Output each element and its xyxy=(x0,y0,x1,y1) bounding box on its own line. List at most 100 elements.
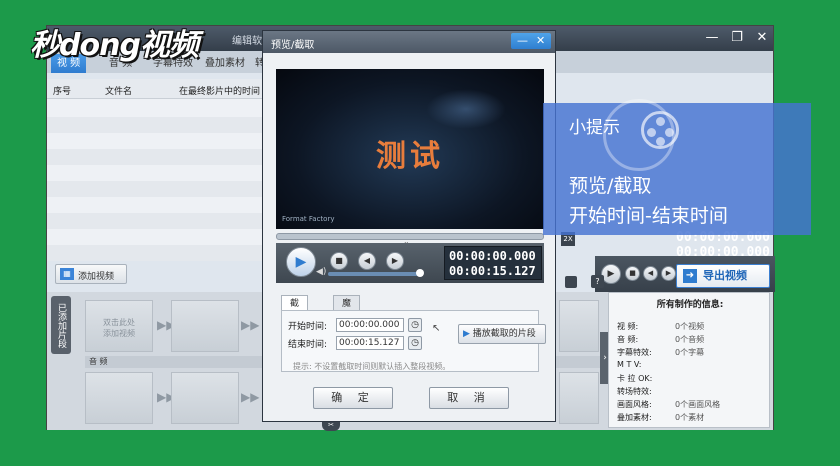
start-time-label: 开始时间: xyxy=(288,322,328,332)
scissors-icon[interactable]: ✂ xyxy=(322,421,340,431)
play-icon: ▶ xyxy=(463,329,473,339)
info-row: 转场特效: xyxy=(617,386,652,397)
info-key: 画面风格: xyxy=(617,400,652,409)
timeline-slot[interactable]: 双击此处 添加视频 xyxy=(85,300,153,352)
end-time-input[interactable]: 00:00:15.127 xyxy=(336,336,404,350)
column-final-time: 在最终影片中的时间 xyxy=(179,87,261,97)
preview-cut-dialog: 预览/截取 — ✕ 测试 Format Factory ⌄ ▶ ■ ◀ ▶ ◀)… xyxy=(262,30,556,422)
tab-overlay[interactable]: 叠加素材 xyxy=(199,54,251,73)
next-icon[interactable]: ▶ xyxy=(661,266,676,281)
info-value: 0个音频 xyxy=(675,335,705,344)
light-flare xyxy=(426,89,506,129)
arrow-icon: ▶▶ xyxy=(241,390,260,404)
tab-cut[interactable]: 截取 xyxy=(281,295,309,325)
info-value: 0个素材 xyxy=(675,413,705,422)
share-icon[interactable]: < xyxy=(617,275,627,289)
info-row: M T V: xyxy=(617,360,641,369)
tip-line-2: 开始时间-结束时间 xyxy=(569,205,728,227)
watermark-logo: 秒dong视频 xyxy=(30,28,199,63)
info-value: 0个字幕 xyxy=(675,348,705,357)
video-preview: 测试 Format Factory xyxy=(276,69,544,229)
ok-button[interactable]: 确 定 xyxy=(313,387,393,409)
column-filename: 文件名 xyxy=(105,87,133,97)
main-time-display: 00:00:00.000 00:00:00.000 xyxy=(676,230,772,264)
info-row: 叠加素材: 0个素材 xyxy=(617,412,704,423)
info-row: 字幕特效: 0个字幕 xyxy=(617,347,704,358)
timeline-slot[interactable] xyxy=(171,300,239,352)
time-display: 00:00:00.000 00:00:15.127 xyxy=(444,246,542,280)
end-time-label: 结束时间: xyxy=(288,340,328,350)
add-video-label: 添加视频 xyxy=(78,272,115,282)
set-end-icon[interactable]: ◷ xyxy=(408,336,422,350)
list-item[interactable] xyxy=(47,117,265,133)
timeline-slot[interactable] xyxy=(559,300,599,352)
dialog-player-controls: ▶ ■ ◀ ▶ ◀) 00:00:00.000 00:00:15.127 xyxy=(276,243,544,283)
restore-button[interactable]: ❐ xyxy=(728,30,746,46)
info-key: M T V: xyxy=(617,360,642,369)
cancel-button[interactable]: 取 消 xyxy=(429,387,509,409)
timeline-slot[interactable] xyxy=(85,372,153,424)
save-icon[interactable] xyxy=(565,276,577,288)
reel-hole xyxy=(656,117,665,126)
tip-line-1: 预览/截取 xyxy=(569,175,652,197)
timeline-slot[interactable] xyxy=(171,372,239,424)
tab-magic[interactable]: 魔术功能 xyxy=(333,295,361,357)
list-item[interactable] xyxy=(47,149,265,165)
list-item[interactable] xyxy=(47,245,265,261)
set-start-icon[interactable]: ◷ xyxy=(408,318,422,332)
info-row: 视 频: 0个视频 xyxy=(617,321,704,332)
dialog-window-buttons: — ✕ xyxy=(511,33,551,49)
hint-text: 提示: 不设置截取时间则默认插入整段视频。 xyxy=(293,362,451,371)
info-key: 卡 拉 OK: xyxy=(617,374,653,383)
reel-hole xyxy=(647,128,656,137)
column-index: 序号 xyxy=(53,87,72,97)
info-key: 音 频: xyxy=(617,335,639,344)
main-time-total: 00:00:00.000 xyxy=(676,245,770,260)
play-icon[interactable]: ▶ xyxy=(286,247,316,277)
info-row: 音 频: 0个音频 xyxy=(617,334,704,345)
list-item[interactable] xyxy=(47,181,265,197)
seek-bar[interactable] xyxy=(276,233,544,240)
info-value: 0个视频 xyxy=(675,322,705,331)
stop-icon[interactable]: ■ xyxy=(625,266,640,281)
timeline-slot[interactable] xyxy=(559,372,599,424)
info-value: 0个画面风格 xyxy=(675,400,721,409)
info-key: 叠加素材: xyxy=(617,413,652,422)
prev-frame-icon[interactable]: ◀ xyxy=(358,252,376,270)
timeline-side-label: 已添加片段 xyxy=(51,296,71,354)
cursor-icon: ↖ xyxy=(432,323,441,334)
volume-slider[interactable] xyxy=(328,272,418,276)
info-key: 视 频: xyxy=(617,322,639,331)
info-row: 卡 拉 OK: xyxy=(617,373,652,384)
start-time-input[interactable]: 00:00:00.000 xyxy=(336,318,404,332)
preview-text: 测试 xyxy=(376,139,444,174)
file-list-header: 序号 文件名 在最终影片中的时间 xyxy=(47,79,265,99)
film-reel-icon-inner xyxy=(641,111,679,149)
export-label: 导出视频 xyxy=(703,269,747,282)
prev-icon[interactable]: ◀ xyxy=(643,266,658,281)
info-key: 转场特效: xyxy=(617,387,652,396)
dialog-minimize-button[interactable]: — xyxy=(517,34,528,47)
info-key: 字幕特效: xyxy=(617,348,652,357)
export-video-button[interactable]: ➜ 导出视频 xyxy=(676,264,770,288)
add-video-button[interactable]: ▦ 添加视频 xyxy=(55,264,127,284)
volume-icon: ◀) xyxy=(316,267,327,277)
minimize-button[interactable]: — xyxy=(703,30,721,46)
tip-overlay: 小提示 预览/截取 开始时间-结束时间 xyxy=(543,99,811,235)
info-row: 画面风格: 0个画面风格 xyxy=(617,399,720,410)
dialog-close-button[interactable]: ✕ xyxy=(536,34,545,47)
volume-handle[interactable] xyxy=(416,269,424,277)
next-frame-icon[interactable]: ▶ xyxy=(386,252,404,270)
close-button[interactable]: ✕ xyxy=(753,30,771,46)
list-item[interactable] xyxy=(47,213,265,229)
timeline-placeholder: 双击此处 添加视频 xyxy=(103,318,135,338)
help-icon[interactable]: ? xyxy=(591,275,604,288)
time-total: 00:00:15.127 xyxy=(449,264,536,278)
format-factory-badge: Format Factory xyxy=(282,215,335,223)
play-cut-button[interactable]: ▶ 播放截取的片段 xyxy=(458,324,546,344)
play-cut-label: 播放截取的片段 xyxy=(472,329,536,339)
export-icon: ➜ xyxy=(683,269,697,283)
time-current: 00:00:00.000 xyxy=(449,249,536,263)
info-title: 所有制作的信息: xyxy=(656,300,724,310)
stop-icon[interactable]: ■ xyxy=(330,252,348,270)
